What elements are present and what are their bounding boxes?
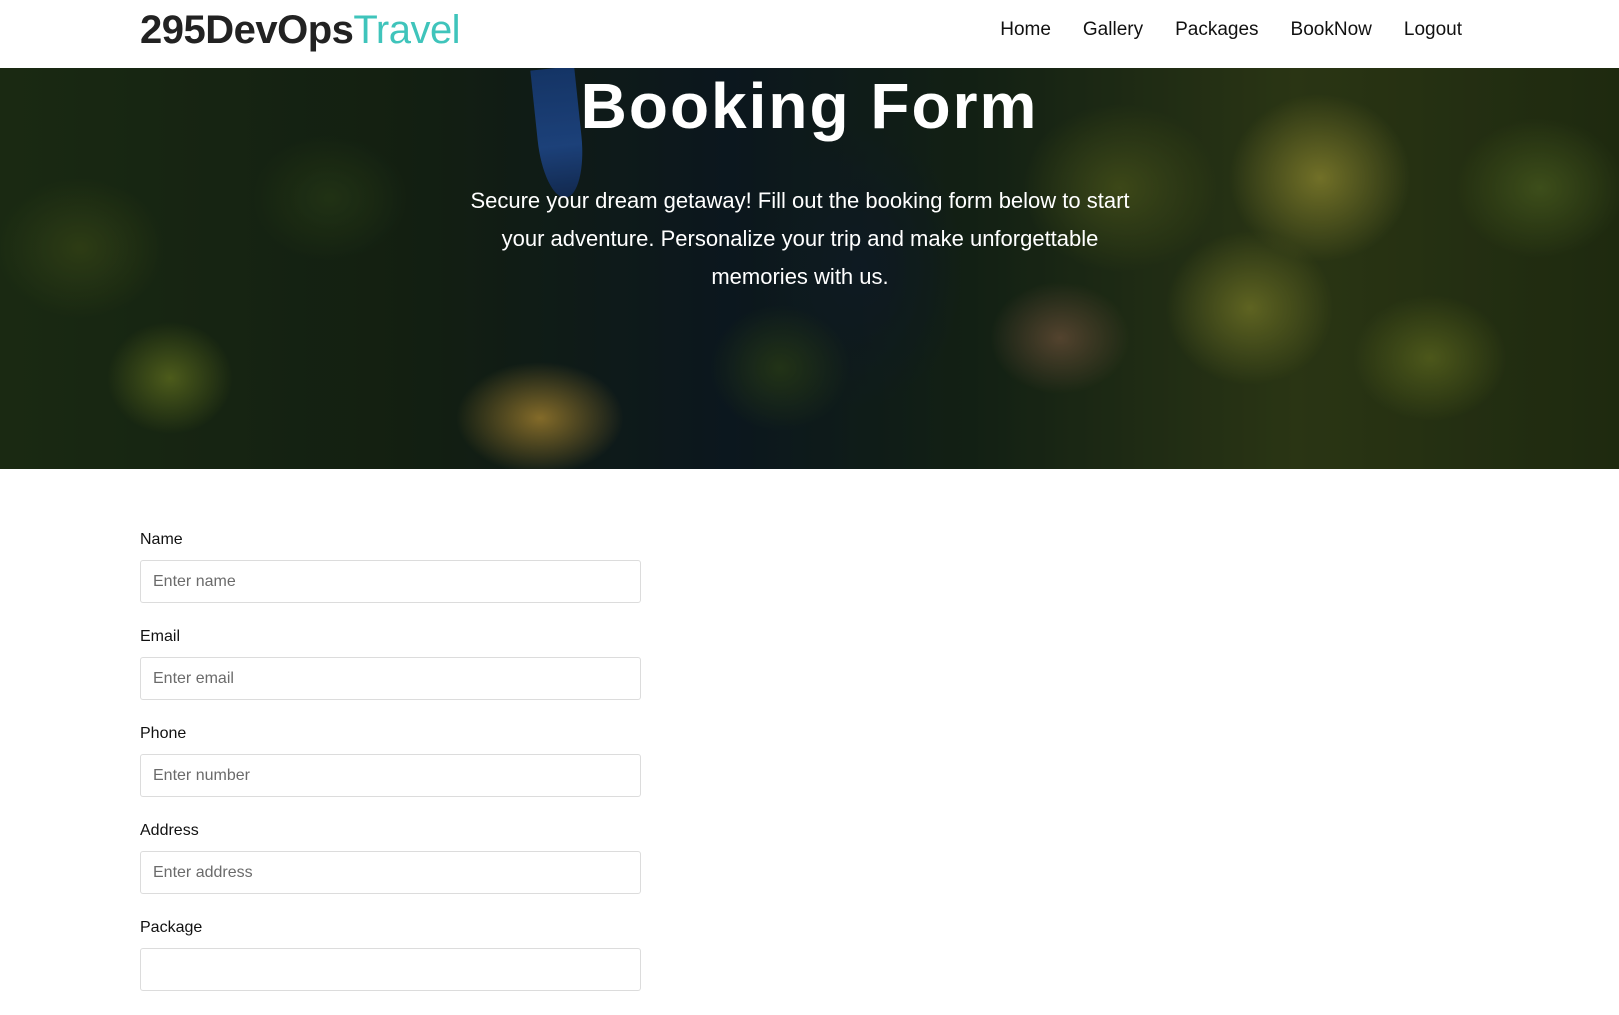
navbar: 295DevOpsTravel Home Gallery Packages Bo… bbox=[0, 0, 1619, 68]
page-title: Booking Form bbox=[580, 70, 1039, 142]
form-group-email: Email bbox=[140, 627, 641, 700]
brand-logo[interactable]: 295DevOpsTravel bbox=[140, 6, 461, 54]
brand-main-text: 295DevOps bbox=[140, 8, 354, 52]
nav-link-gallery[interactable]: Gallery bbox=[1083, 18, 1143, 42]
form-group-name: Name bbox=[140, 530, 641, 603]
email-input[interactable] bbox=[140, 657, 641, 700]
form-group-package: Package bbox=[140, 918, 641, 991]
nav-link-packages[interactable]: Packages bbox=[1175, 18, 1258, 42]
nav-link-logout[interactable]: Logout bbox=[1404, 18, 1462, 42]
name-label: Name bbox=[140, 531, 183, 548]
brand-accent-text: Travel bbox=[353, 8, 461, 52]
address-input[interactable] bbox=[140, 851, 641, 894]
phone-label: Phone bbox=[140, 725, 187, 742]
phone-input[interactable] bbox=[140, 754, 641, 797]
nav-link-home[interactable]: Home bbox=[1000, 18, 1051, 42]
address-label: Address bbox=[140, 822, 199, 839]
nav-menu: Home Gallery Packages BookNow Logout bbox=[1000, 18, 1462, 42]
booking-form: Name Email Phone Address Package bbox=[140, 530, 641, 1015]
hero-banner: Booking Form Secure your dream getaway! … bbox=[0, 68, 1619, 469]
form-group-phone: Phone bbox=[140, 724, 641, 797]
package-label: Package bbox=[140, 919, 203, 936]
package-input[interactable] bbox=[140, 948, 641, 991]
email-label: Email bbox=[140, 628, 181, 645]
name-input[interactable] bbox=[140, 560, 641, 603]
form-group-address: Address bbox=[140, 821, 641, 894]
nav-link-booknow[interactable]: BookNow bbox=[1291, 18, 1372, 42]
hero-description: Secure your dream getaway! Fill out the … bbox=[470, 188, 1130, 289]
